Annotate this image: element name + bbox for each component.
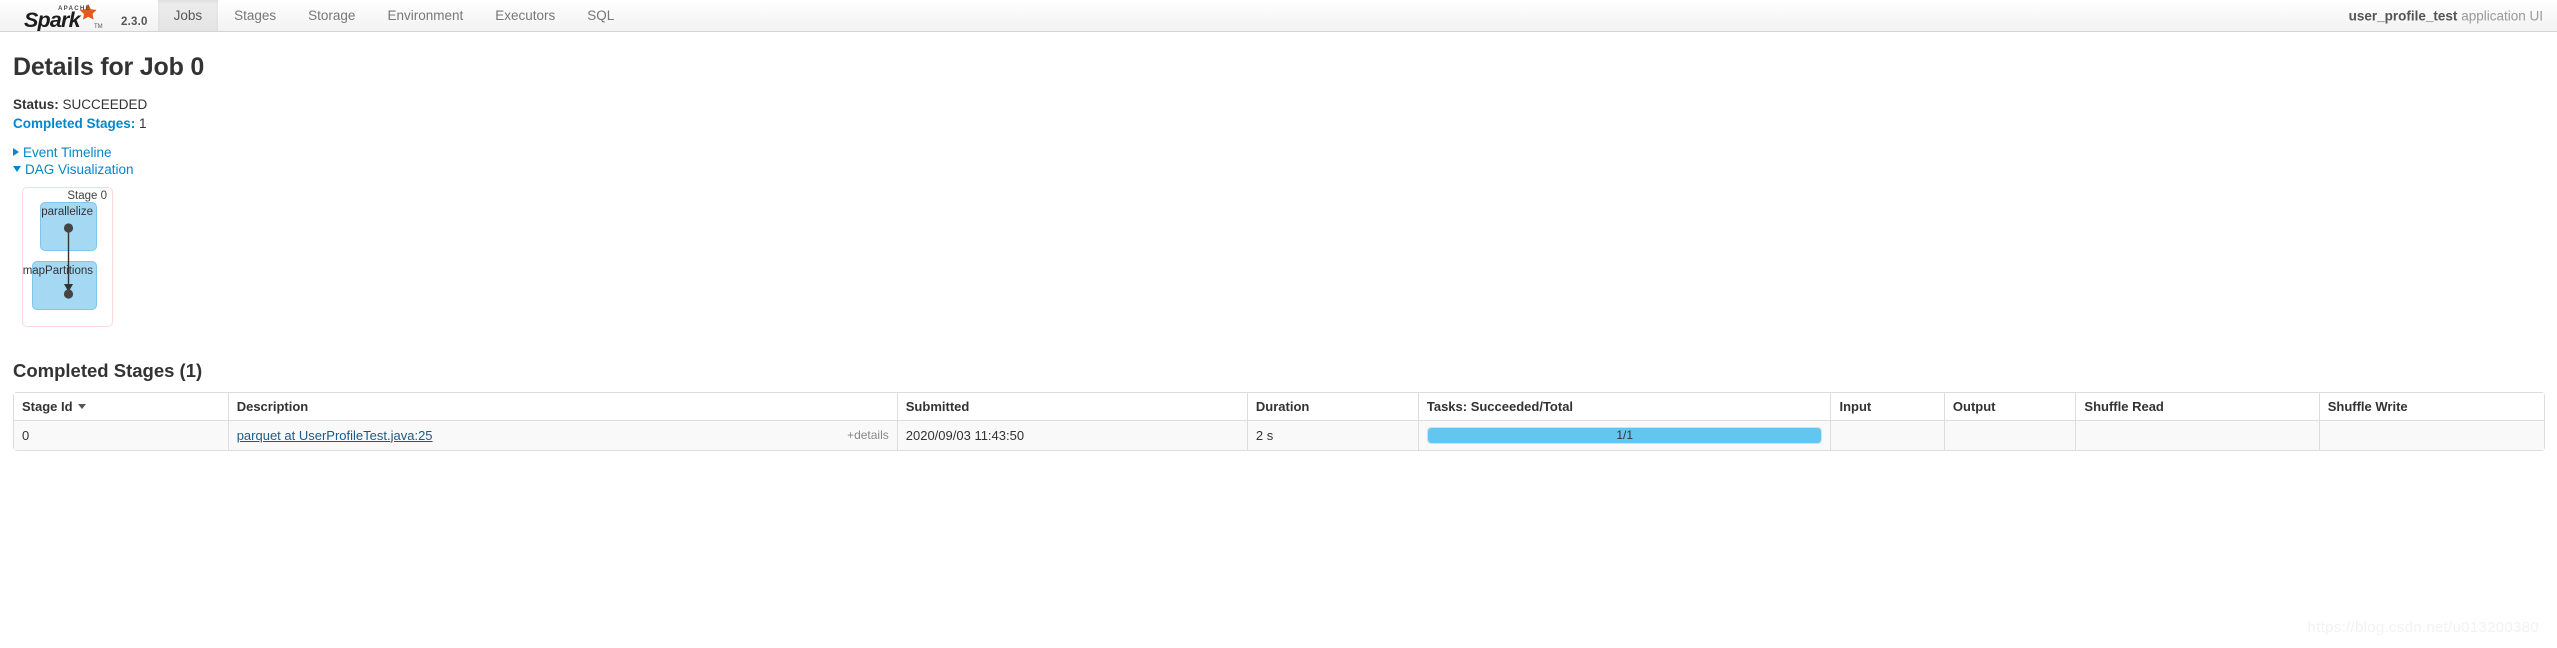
job-status-value: SUCCEEDED	[58, 96, 148, 112]
dag-node-parallelize[interactable]: parallelize	[40, 201, 97, 251]
column-header-shuffle-write[interactable]: Shuffle Write	[2318, 392, 2544, 420]
tab-jobs-link[interactable]: Jobs	[157, 0, 219, 31]
application-name-label: user_profile_test application UI	[2349, 8, 2543, 23]
tab-environment[interactable]: Environment	[371, 0, 479, 31]
tab-jobs[interactable]: Jobs	[157, 0, 219, 31]
svg-text:TM: TM	[94, 24, 103, 30]
tasks-progress-label: 1/1	[1616, 427, 1634, 442]
column-header-input[interactable]: Input	[1830, 392, 1944, 420]
tab-executors[interactable]: Executors	[479, 0, 571, 31]
column-header-output[interactable]: Output	[1943, 392, 2076, 420]
event-timeline-label: Event Timeline	[23, 144, 112, 160]
dag-node-mappartitions[interactable]: mapPartitions	[23, 260, 97, 310]
watermark-text: https://blog.csdn.net/u013200380	[2307, 619, 2539, 636]
completed-stages-line: Completed Stages: 1	[13, 115, 2544, 132]
tasks-progress-bar: 1/1	[1426, 426, 1823, 444]
cell-stage-id: 0	[14, 419, 228, 450]
application-ui-suffix: application UI	[2457, 8, 2543, 23]
dag-stage-cluster-0[interactable]: Stage 0 parallelize mapPartitions	[22, 186, 113, 327]
event-timeline-toggle[interactable]: Event Timeline	[13, 144, 2544, 161]
column-header-submitted[interactable]: Submitted	[896, 392, 1247, 420]
tab-executors-link[interactable]: Executors	[479, 0, 571, 31]
stages-table-body: 0 parquet at UserProfileTest.java:25 +de…	[14, 419, 2544, 450]
spark-logo-brand[interactable]: APACHE Spark TM 2.3.0	[0, 0, 158, 31]
cell-shuffle-read	[2075, 419, 2319, 450]
completed-stages-label: Completed Stages:	[13, 115, 136, 131]
dag-node-mappartitions-label: mapPartitions	[22, 264, 93, 277]
tab-sql[interactable]: SQL	[571, 0, 630, 31]
cell-submitted: 2020/09/03 11:43:50	[896, 419, 1247, 450]
cell-output	[1943, 419, 2076, 450]
tab-stages[interactable]: Stages	[218, 0, 292, 31]
chevron-down-icon	[13, 165, 21, 172]
job-status-line: Status: SUCCEEDED	[13, 96, 2544, 113]
apache-spark-logo-icon: APACHE Spark TM	[22, 1, 118, 31]
dag-node-parallelize-label: parallelize	[41, 205, 93, 218]
column-header-description[interactable]: Description	[227, 392, 897, 420]
navbar: APACHE Spark TM 2.3.0 Jobs Stages Storag…	[0, 0, 2557, 32]
column-header-duration[interactable]: Duration	[1246, 392, 1418, 420]
column-header-stage-id[interactable]: Stage Id	[14, 392, 228, 420]
stage-description-link[interactable]: parquet at UserProfileTest.java:25	[237, 428, 433, 443]
dag-visualization-toggle[interactable]: DAG Visualization	[13, 161, 2544, 178]
chevron-right-icon	[13, 147, 19, 156]
dag-stage-label: Stage 0	[67, 189, 107, 202]
completed-stages-title: Completed Stages (1)	[13, 359, 203, 381]
column-header-tasks[interactable]: Tasks: Succeeded/Total	[1417, 392, 1831, 420]
tab-storage[interactable]: Storage	[292, 0, 371, 31]
completed-stages-value: 1	[135, 115, 147, 131]
completed-stages-table: Stage Id Description Submitted Duration …	[13, 391, 2545, 451]
dag-visualization-panel: Stage 0 parallelize mapPartitions	[13, 186, 2544, 339]
cell-tasks-progress: 1/1	[1417, 419, 1831, 450]
cell-duration: 2 s	[1246, 419, 1418, 450]
svg-text:Spark: Spark	[24, 8, 82, 31]
tab-environment-link[interactable]: Environment	[371, 0, 479, 31]
expandable-sections: Event Timeline DAG Visualization	[13, 144, 2544, 178]
cell-input	[1830, 419, 1944, 450]
job-status-label: Status:	[13, 96, 59, 112]
page-container: Details for Job 0 Status: SUCCEEDED Comp…	[0, 53, 2557, 451]
stages-table-head: Stage Id Description Submitted Duration …	[14, 392, 2544, 420]
table-row: 0 parquet at UserProfileTest.java:25 +de…	[14, 419, 2544, 450]
primary-nav-tabs: Jobs Stages Storage Environment Executor…	[157, 0, 631, 31]
details-toggle-link[interactable]: +details	[847, 428, 889, 442]
page-title: Details for Job 0	[13, 53, 205, 81]
cell-description: parquet at UserProfileTest.java:25 +deta…	[227, 419, 897, 450]
column-header-stage-id-label: Stage Id	[22, 398, 73, 414]
tab-stages-link[interactable]: Stages	[218, 0, 292, 31]
tab-sql-link[interactable]: SQL	[571, 0, 630, 31]
application-name-value: user_profile_test	[2348, 8, 2458, 23]
cell-shuffle-write	[2318, 419, 2544, 450]
tab-storage-link[interactable]: Storage	[292, 0, 371, 31]
dag-visualization-label: DAG Visualization	[25, 161, 134, 177]
column-header-shuffle-read[interactable]: Shuffle Read	[2075, 392, 2319, 420]
sort-descending-icon	[77, 403, 86, 409]
spark-version-label: 2.3.0	[121, 16, 148, 28]
stages-table-header-row: Stage Id Description Submitted Duration …	[14, 392, 2544, 420]
